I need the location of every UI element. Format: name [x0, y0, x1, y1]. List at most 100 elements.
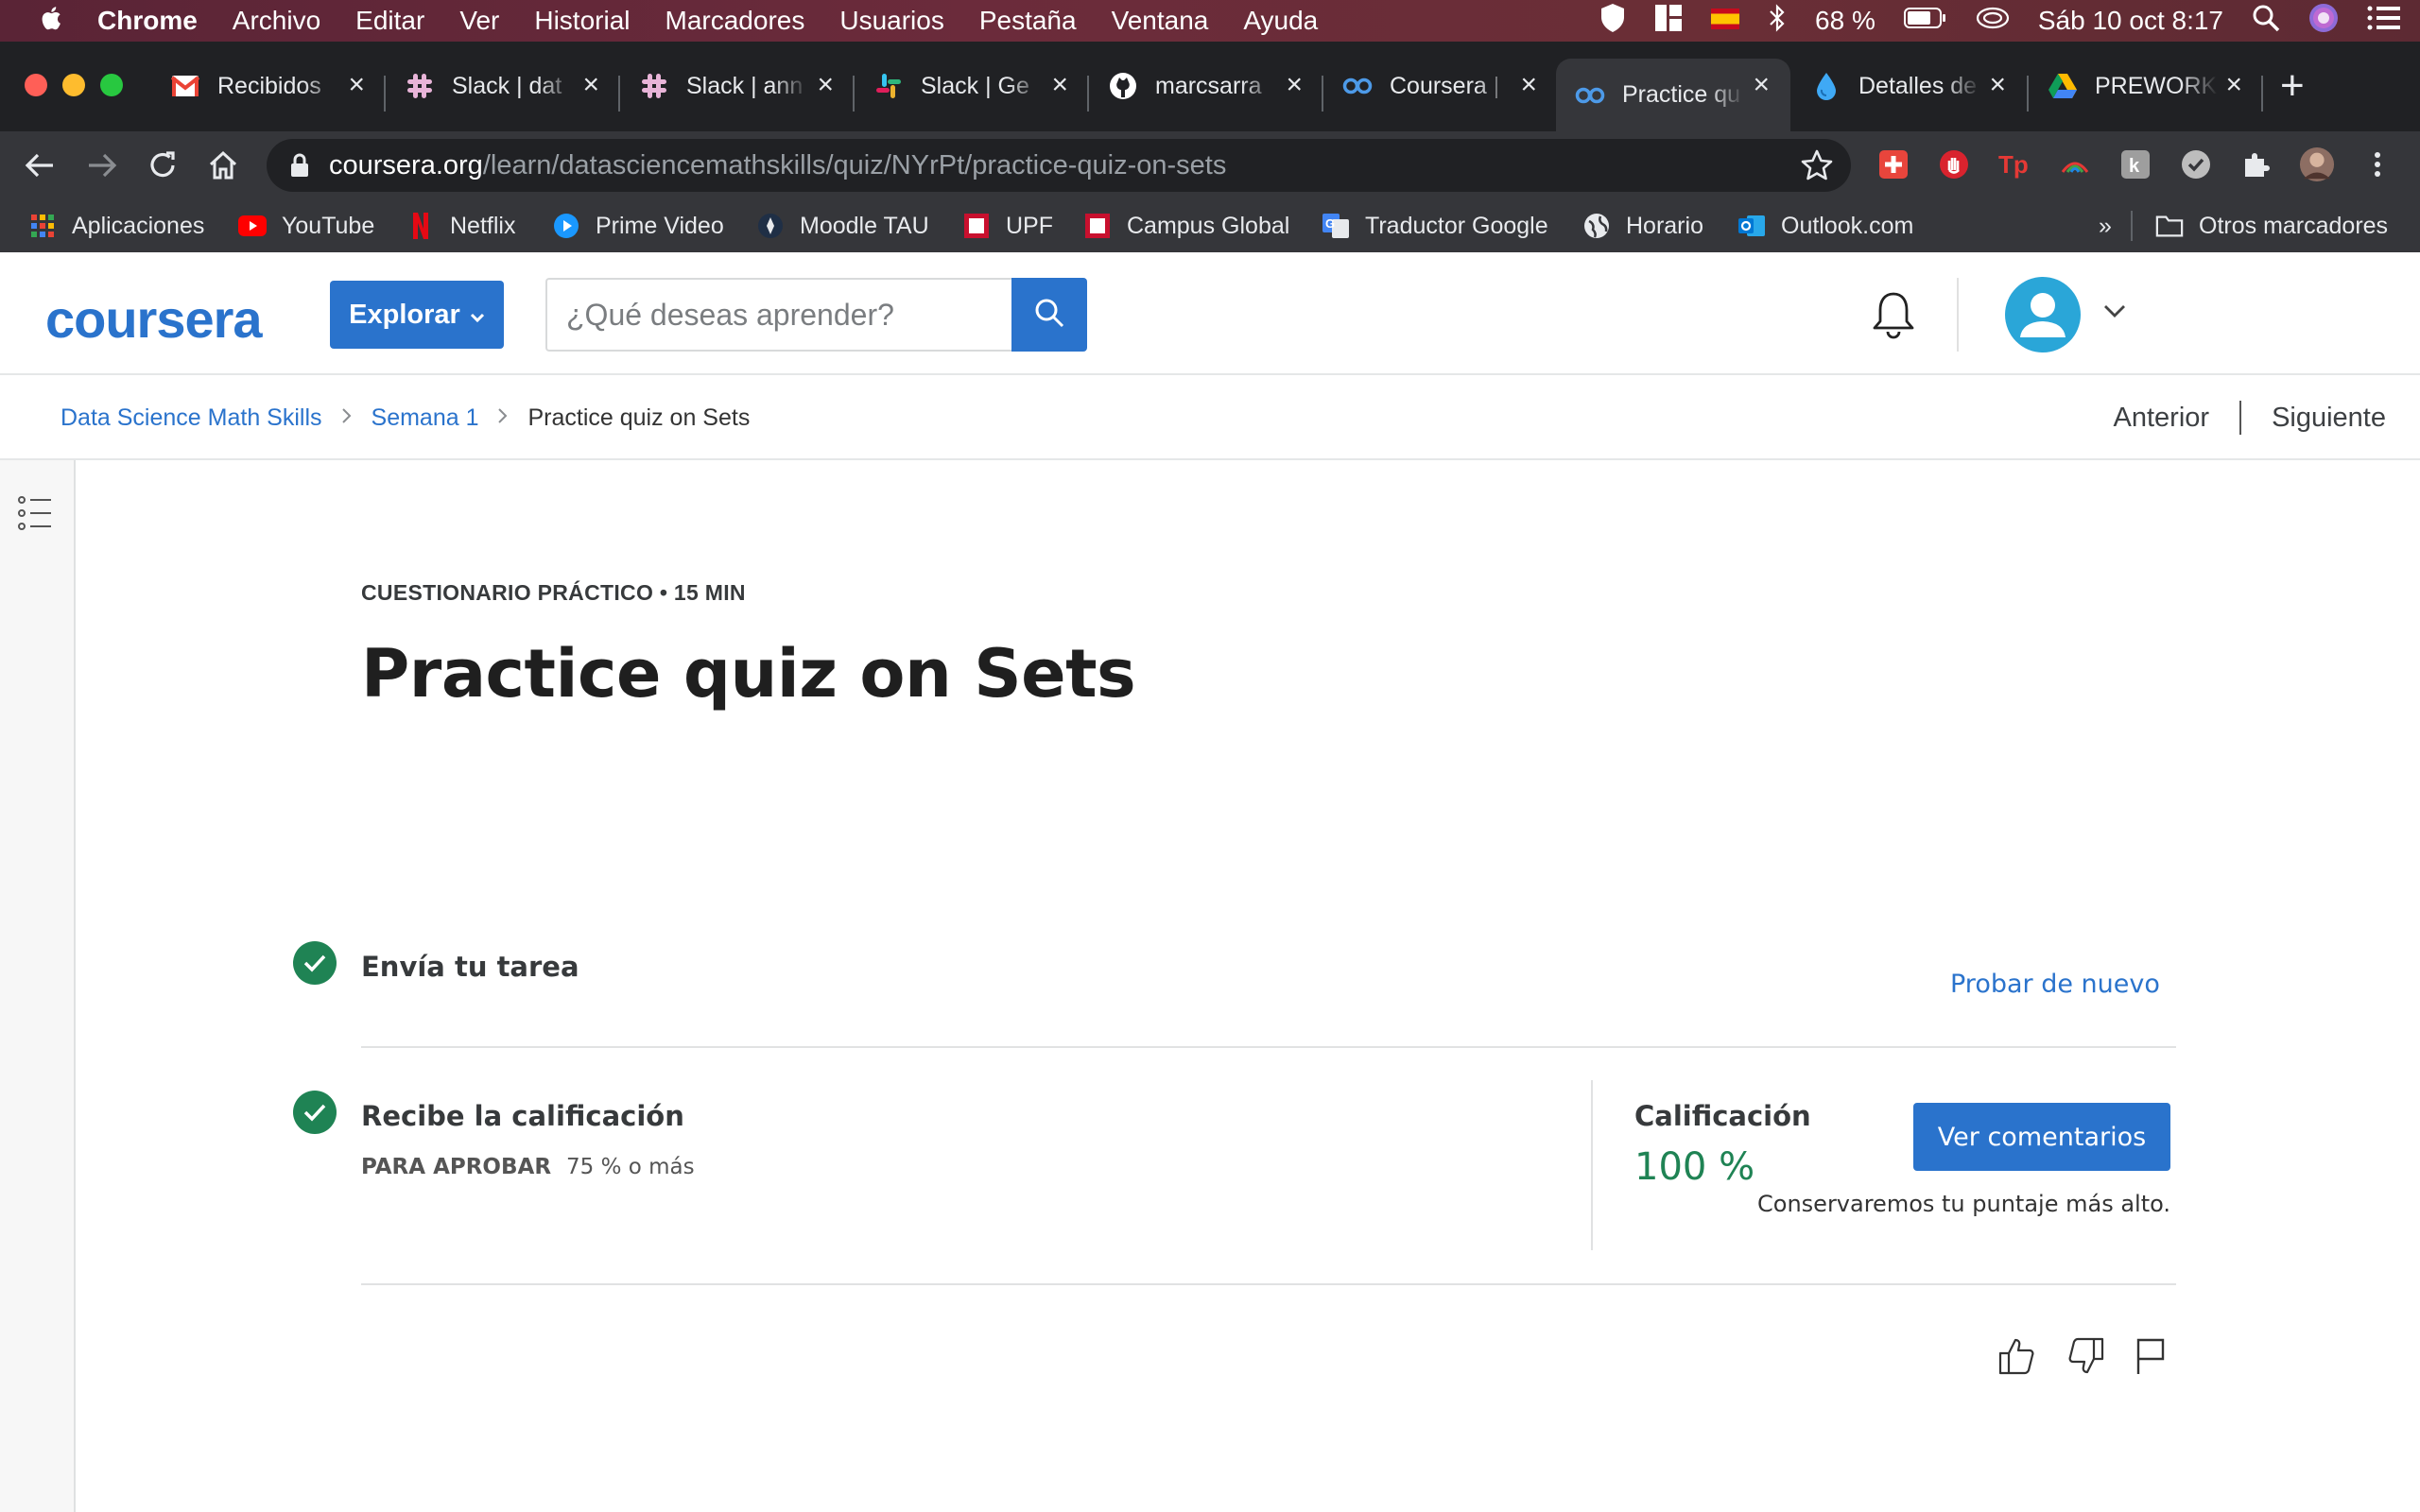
bookmark-moodle-tau[interactable]: Moodle TAU [756, 199, 929, 252]
lock-icon[interactable] [289, 152, 310, 186]
input-flag-icon[interactable] [1711, 6, 1740, 36]
menu-editar[interactable]: Editar [355, 6, 424, 36]
bookmark-campus-global[interactable]: Campus Global [1083, 199, 1289, 252]
tab-title: marcsarra [1155, 72, 1262, 99]
plus-extension-icon[interactable] [1876, 146, 1911, 182]
tab-slack-ge[interactable]: Slack | Ge × [855, 59, 1089, 113]
tab-slack-ann[interactable]: Slack | ann × [620, 59, 855, 113]
home-icon[interactable] [202, 145, 244, 186]
datetime[interactable]: Sáb 10 oct 8:17 [2038, 6, 2223, 36]
menu-ver[interactable]: Ver [459, 6, 499, 36]
user-avatar[interactable] [2005, 277, 2081, 352]
explore-button[interactable]: Explorar [330, 281, 504, 349]
hand-block-extension-icon[interactable] [1936, 146, 1972, 182]
tp-extension-icon[interactable]: Tp [1996, 146, 2032, 182]
app-name[interactable]: Chrome [97, 6, 198, 36]
minimize-window-button[interactable] [62, 74, 85, 96]
bookmarks-separator [2131, 211, 2133, 241]
tab-detalles[interactable]: Detalles de × [1792, 59, 2027, 113]
back-arrow-icon[interactable] [19, 145, 60, 186]
apple-menu-icon[interactable] [38, 4, 62, 39]
puzzle-extensions-icon[interactable] [2238, 146, 2274, 182]
close-window-button[interactable] [25, 74, 47, 96]
bookmark-horario[interactable]: Horario [1582, 199, 1703, 252]
bookmark-upf[interactable]: UPF [962, 199, 1053, 252]
notifications-bell-icon[interactable] [1870, 290, 1917, 344]
reload-icon[interactable] [142, 145, 183, 186]
tab-title: PREWORK [2095, 72, 2218, 99]
search-input[interactable] [547, 280, 1012, 350]
battery-icon[interactable] [1903, 6, 1947, 36]
menu-archivo[interactable]: Archivo [233, 6, 320, 36]
address-bar[interactable]: coursera.org/learn/datasciencemathskills… [267, 139, 1851, 192]
bookmarks-overflow-button[interactable]: » [2099, 199, 2112, 252]
tab-close-icon[interactable]: × [817, 71, 834, 99]
breadcrumb-row: Data Science Math Skills Semana 1 Practi… [0, 375, 2420, 460]
bookmark-netflix[interactable]: Netflix [406, 199, 515, 252]
tab-prework[interactable]: PREWORK × [2029, 59, 2263, 113]
window-layout-icon[interactable] [1654, 4, 1683, 39]
menu-marcadores[interactable]: Marcadores [666, 6, 805, 36]
tab-github[interactable]: marcsarra × [1089, 59, 1323, 113]
menu-pestana[interactable]: Pestaña [979, 6, 1077, 36]
bookmark-star-icon[interactable] [1800, 148, 1834, 190]
tab-close-icon[interactable]: × [2225, 71, 2242, 99]
breadcrumb-week[interactable]: Semana 1 [372, 404, 479, 432]
shield-icon[interactable] [1599, 3, 1626, 40]
menu-historial[interactable]: Historial [534, 6, 630, 36]
menu-ventana[interactable]: Ventana [1112, 6, 1209, 36]
chevron-right-icon [341, 404, 353, 431]
wifi-icon[interactable] [1976, 5, 2010, 38]
grade-value: 100 % [1634, 1145, 1755, 1189]
tab-close-icon[interactable]: × [1520, 71, 1537, 99]
rainbow-extension-icon[interactable] [2057, 146, 2093, 182]
breadcrumb-course[interactable]: Data Science Math Skills [60, 404, 322, 432]
maximize-window-button[interactable] [100, 74, 123, 96]
bookmark-outlook[interactable]: Outlook.com [1737, 199, 1913, 252]
bluetooth-icon[interactable] [1768, 3, 1787, 39]
bookmark-aplicaciones[interactable]: Aplicaciones [28, 199, 204, 252]
profile-avatar-icon[interactable] [2299, 146, 2335, 182]
notification-center-icon[interactable] [2367, 5, 2401, 38]
course-menu-list-icon[interactable] [17, 494, 53, 537]
bookmark-otros-marcadores[interactable]: Otros marcadores [2155, 199, 2388, 252]
tab-practice-quiz[interactable]: Practice qu × [1556, 59, 1790, 131]
tab-slack-dat[interactable]: Slack | dat × [386, 59, 620, 113]
bookmark-youtube[interactable]: YouTube [238, 199, 374, 252]
tab-close-icon[interactable]: × [1051, 71, 1068, 99]
forward-arrow-icon[interactable] [81, 145, 123, 186]
tab-close-icon[interactable]: × [1989, 71, 2006, 99]
thumbs-up-icon[interactable] [1995, 1334, 2038, 1378]
tab-close-icon[interactable]: × [1753, 71, 1770, 99]
account-chevron-down-icon[interactable] [2102, 303, 2127, 323]
flag-icon[interactable] [2129, 1334, 2172, 1378]
thumbs-down-icon[interactable] [2065, 1334, 2108, 1378]
slack-icon [639, 71, 669, 101]
new-tab-button[interactable]: + [2280, 62, 2305, 110]
bookmark-prime-video[interactable]: Prime Video [552, 199, 724, 252]
k-extension-icon[interactable]: k [2118, 146, 2153, 182]
view-feedback-button[interactable]: Ver comentarios [1913, 1103, 2170, 1171]
chrome-menu-icon[interactable] [2360, 146, 2395, 182]
menu-ayuda[interactable]: Ayuda [1243, 6, 1318, 36]
previous-link[interactable]: Anterior [2114, 403, 2210, 434]
tab-close-icon[interactable]: × [1286, 71, 1303, 99]
tab-close-icon[interactable]: × [582, 71, 599, 99]
slack-icon [405, 71, 435, 101]
coursera-logo[interactable]: coursera [45, 288, 263, 350]
tab-recibidos[interactable]: Recibidos × [151, 59, 386, 113]
menu-usuarios[interactable]: Usuarios [839, 6, 943, 36]
next-link[interactable]: Siguiente [2272, 403, 2386, 434]
divider [361, 1283, 2176, 1285]
siri-icon[interactable] [2308, 3, 2339, 40]
check-extension-icon[interactable] [2178, 146, 2214, 182]
spotlight-search-icon[interactable] [2252, 4, 2280, 39]
tab-coursera[interactable]: Coursera | × [1323, 59, 1558, 113]
bookmark-traductor-google[interactable]: G Traductor Google [1322, 199, 1548, 252]
bookmark-label: Netflix [450, 212, 516, 239]
breadcrumb-current: Practice quiz on Sets [527, 404, 751, 431]
retry-link[interactable]: Probar de nuevo [1950, 970, 2160, 999]
search-button[interactable] [1011, 278, 1087, 352]
highest-score-note: Conservaremos tu puntaje más alto. [1757, 1191, 2170, 1217]
tab-close-icon[interactable]: × [348, 71, 365, 99]
